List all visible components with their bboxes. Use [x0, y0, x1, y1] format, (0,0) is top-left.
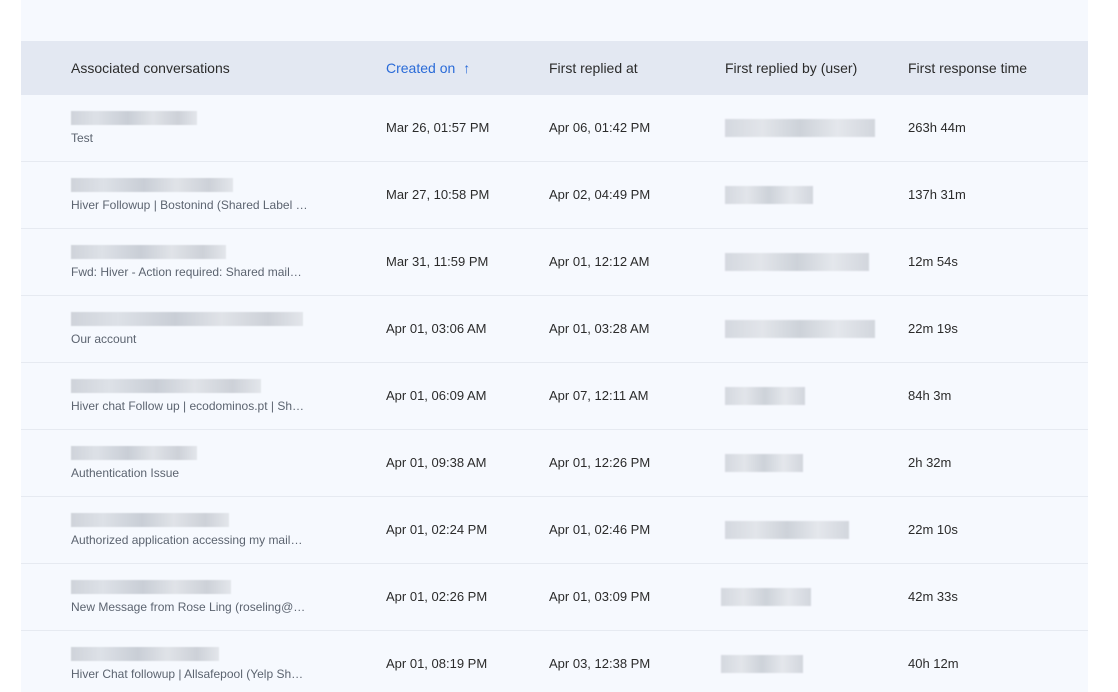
table-row[interactable]: Hiver Followup | Bostonind (Shared Label… — [21, 162, 1088, 229]
conversation-cell[interactable]: New Message from Rose Ling (roseling@… — [71, 580, 316, 614]
sort-ascending-icon[interactable]: ↑ — [463, 41, 470, 95]
first-response-time-cell: 22m 19s — [908, 321, 958, 336]
blurred-user — [725, 253, 869, 271]
first-response-time-cell: 2h 32m — [908, 455, 952, 470]
first-response-time-cell: 84h 3m — [908, 388, 952, 403]
table-body: Test Mar 26, 01:57 PM Apr 06, 01:42 PM 2… — [21, 95, 1088, 692]
col-header-created-on-label: Created on — [386, 60, 456, 76]
conversation-cell[interactable]: Hiver Chat followup | Allsafepool (Yelp … — [71, 647, 316, 681]
created-on-cell: Apr 01, 06:09 AM — [386, 388, 487, 403]
blurred-email — [71, 178, 233, 192]
created-on-cell: Mar 27, 10:58 PM — [386, 187, 490, 202]
blurred-email — [71, 245, 226, 259]
created-on-cell: Apr 01, 02:24 PM — [386, 522, 488, 537]
first-response-time-cell: 22m 10s — [908, 522, 958, 537]
first-response-time-cell: 263h 44m — [908, 120, 966, 135]
conversation-cell[interactable]: Fwd: Hiver - Action required: Shared mai… — [71, 245, 316, 279]
conversation-subject: Fwd: Hiver - Action required: Shared mai… — [71, 265, 302, 279]
conversation-cell[interactable]: Our account — [71, 312, 316, 346]
first-replied-at-cell: Apr 03, 12:38 PM — [549, 656, 651, 671]
conversation-subject: New Message from Rose Ling (roseling@… — [71, 600, 306, 614]
created-on-cell: Apr 01, 08:19 PM — [386, 656, 488, 671]
first-replied-at-cell: Apr 02, 04:49 PM — [549, 187, 651, 202]
blurred-email — [71, 446, 197, 460]
conversation-subject: Authentication Issue — [71, 466, 180, 480]
blurred-user — [725, 320, 875, 338]
col-header-first-response-time[interactable]: First response time — [908, 41, 1027, 95]
blurred-email — [71, 580, 231, 594]
conversation-cell[interactable]: Hiver chat Follow up | ecodominos.pt | S… — [71, 379, 316, 413]
blurred-email — [71, 513, 229, 527]
col-header-first-replied-at[interactable]: First replied at — [549, 41, 638, 95]
created-on-cell: Apr 01, 09:38 AM — [386, 455, 487, 470]
first-replied-at-cell: Apr 01, 02:46 PM — [549, 522, 651, 537]
table-row[interactable]: Hiver chat Follow up | ecodominos.pt | S… — [21, 363, 1088, 430]
first-replied-at-cell: Apr 01, 03:28 AM — [549, 321, 650, 336]
table-row[interactable]: Test Mar 26, 01:57 PM Apr 06, 01:42 PM 2… — [21, 95, 1088, 162]
conversation-subject: Hiver Chat followup | Allsafepool (Yelp … — [71, 667, 304, 681]
first-response-time-cell: 137h 31m — [908, 187, 966, 202]
conversation-cell[interactable]: Test — [71, 111, 316, 145]
table-row[interactable]: Fwd: Hiver - Action required: Shared mai… — [21, 229, 1088, 296]
conversation-subject: Test — [71, 131, 94, 145]
created-on-cell: Apr 01, 03:06 AM — [386, 321, 487, 336]
col-header-first-replied-by[interactable]: First replied by (user) — [725, 41, 857, 95]
blurred-email — [71, 312, 303, 326]
col-header-created-on[interactable]: Created on ↑ — [386, 41, 470, 95]
blurred-user — [725, 119, 875, 137]
blurred-user — [725, 454, 803, 472]
created-on-cell: Mar 31, 11:59 PM — [386, 254, 489, 269]
blurred-user — [721, 588, 811, 606]
table-row[interactable]: Authorized application accessing my mail… — [21, 497, 1088, 564]
blurred-user — [725, 186, 813, 204]
table-row[interactable]: New Message from Rose Ling (roseling@… A… — [21, 564, 1088, 631]
conversation-cell[interactable]: Hiver Followup | Bostonind (Shared Label… — [71, 178, 316, 212]
first-response-time-cell: 12m 54s — [908, 254, 958, 269]
first-response-time-cell: 42m 33s — [908, 589, 958, 604]
conversation-subject: Hiver Followup | Bostonind (Shared Label… — [71, 198, 308, 212]
table-row[interactable]: Hiver Chat followup | Allsafepool (Yelp … — [21, 631, 1088, 692]
first-response-time-cell: 40h 12m — [908, 656, 959, 671]
blurred-email — [71, 379, 261, 393]
first-replied-at-cell: Apr 06, 01:42 PM — [549, 120, 651, 135]
col-header-conversations[interactable]: Associated conversations — [71, 41, 230, 95]
created-on-cell: Mar 26, 01:57 PM — [386, 120, 490, 135]
table-row[interactable]: Our account Apr 01, 03:06 AM Apr 01, 03:… — [21, 296, 1088, 363]
blurred-email — [71, 647, 219, 661]
conversations-table: Associated conversations Created on ↑ Fir… — [21, 0, 1088, 692]
table-row[interactable]: Authentication Issue Apr 01, 09:38 AM Ap… — [21, 430, 1088, 497]
first-replied-at-cell: Apr 01, 03:09 PM — [549, 589, 651, 604]
conversation-subject: Our account — [71, 332, 137, 346]
first-replied-at-cell: Apr 01, 12:12 AM — [549, 254, 650, 269]
created-on-cell: Apr 01, 02:26 PM — [386, 589, 488, 604]
blurred-user — [725, 521, 849, 539]
blurred-email — [71, 111, 197, 125]
conversation-subject: Authorized application accessing my mail… — [71, 533, 303, 547]
conversation-cell[interactable]: Authentication Issue — [71, 446, 316, 480]
first-replied-at-cell: Apr 01, 12:26 PM — [549, 455, 651, 470]
first-replied-at-cell: Apr 07, 12:11 AM — [549, 388, 649, 403]
blurred-user — [721, 655, 803, 673]
conversation-cell[interactable]: Authorized application accessing my mail… — [71, 513, 316, 547]
conversation-subject: Hiver chat Follow up | ecodominos.pt | S… — [71, 399, 305, 413]
blurred-user — [725, 387, 805, 405]
table-header: Associated conversations Created on ↑ Fir… — [21, 41, 1088, 95]
